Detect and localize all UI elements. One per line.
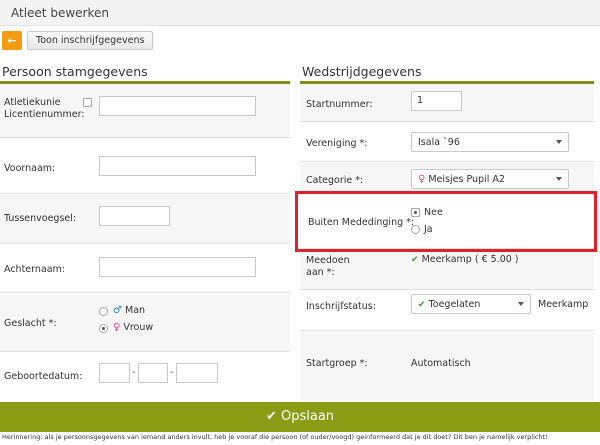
gender-female-option[interactable]: ♀ Vrouw (113, 322, 153, 333)
participates-label: Meedoen aan *: (306, 255, 350, 278)
form-row-start-group: Startgroep *: Automatisch (300, 332, 594, 401)
start-group-value: Automatisch (411, 358, 471, 369)
title-bar: Atleet bewerken (0, 0, 600, 26)
highlight-box (295, 191, 597, 252)
form-row-club: Vereniging *: Isala `96 (300, 123, 594, 162)
form-row-last-name: Achternaam: (0, 245, 290, 293)
middle-name-label: Tussenvoegsel: (4, 213, 77, 224)
date-separator: - (132, 367, 136, 378)
license-label: Atletiekunie Licentienummer: (4, 97, 85, 120)
form-row-first-name: Voornaam: (0, 139, 290, 194)
form-row-start-number: Startnummer: 1 (300, 84, 594, 122)
category-value: Meisjes Pupil A2 (428, 174, 505, 185)
arrow-left-icon: ← (7, 34, 17, 47)
club-value: Isala `96 (418, 137, 460, 148)
first-name-input[interactable] (99, 156, 256, 176)
registration-status-label: Inschrijfstatus: (306, 301, 376, 312)
gender-female-radio[interactable] (99, 324, 108, 333)
gender-male-option[interactable]: ♂ Man (113, 305, 145, 316)
chevron-down-icon (556, 140, 562, 144)
female-icon: ♀ (418, 174, 426, 185)
date-separator: - (170, 367, 174, 378)
female-icon: ♀ (113, 322, 121, 333)
birthdate-label: Geboortedatum: (4, 371, 83, 382)
start-number-label: Startnummer: (306, 99, 373, 110)
registration-status-select[interactable]: ✔ Toegelaten (411, 294, 531, 314)
check-icon: ✔ (265, 409, 277, 424)
participates-option[interactable]: ✔ Meerkamp ( € 5.00 ) (411, 254, 519, 265)
form-row-registration-status: Inschrijfstatus: ✔ Toegelaten Meerkamp (300, 291, 594, 331)
form-row-participates: Meedoen aan *: ✔ Meerkamp ( € 5.00 ) (300, 250, 594, 290)
start-number-input[interactable]: 1 (411, 91, 462, 111)
person-section-title: Persoon stamgegevens (2, 64, 148, 79)
birth-year-input[interactable] (176, 363, 218, 383)
back-button[interactable]: ← (2, 31, 22, 50)
form-row-license: Atletiekunie Licentienummer: (0, 84, 290, 138)
category-label: Categorie *: (306, 175, 364, 186)
participates-price: ( € 5.00 ) (474, 254, 519, 265)
save-button[interactable]: ✔ Opslaan (0, 402, 600, 432)
birth-day-input[interactable] (99, 363, 130, 383)
registration-status-value-wrapper: ✔ Toegelaten (418, 299, 480, 310)
chevron-down-icon (556, 177, 562, 181)
registration-status-suffix: Meerkamp (538, 299, 589, 310)
registration-status-value: Toegelaten (428, 299, 481, 310)
participates-value: Meerkamp (421, 254, 472, 265)
first-name-label: Voornaam: (4, 163, 56, 174)
check-icon: ✔ (411, 255, 419, 265)
gender-male-radio[interactable] (99, 307, 108, 316)
last-name-input[interactable] (99, 257, 256, 277)
category-value-wrapper: ♀ Meisjes Pupil A2 (418, 174, 505, 185)
middle-name-input[interactable] (99, 206, 170, 226)
competition-section-title: Wedstrijdgegevens (302, 64, 422, 79)
license-number-input[interactable] (99, 96, 256, 116)
chevron-down-icon (518, 302, 524, 306)
start-number-value: 1 (417, 95, 424, 106)
birth-month-input[interactable] (138, 363, 168, 383)
gender-female-label: Vrouw (123, 322, 154, 333)
category-select[interactable]: ♀ Meisjes Pupil A2 (411, 169, 569, 189)
last-name-label: Achternaam: (4, 264, 66, 275)
show-registration-button[interactable]: Toon inschrijfgegevens (27, 31, 154, 50)
form-row-category: Categorie *: ♀ Meisjes Pupil A2 (300, 163, 594, 192)
page-title: Atleet bewerken (11, 6, 109, 20)
form-row-gender: Geslacht *: ♂ Man ♀ Vrouw (0, 294, 290, 352)
form-row-birthdate: Geboortedatum: - - (0, 353, 290, 401)
privacy-reminder: Herinnering: als je persoonsgegevens van… (2, 433, 548, 441)
club-label: Vereniging *: (306, 138, 368, 149)
gender-label: Geslacht *: (4, 318, 57, 329)
save-label: Opslaan (281, 409, 335, 424)
gender-male-label: Man (125, 305, 146, 316)
start-group-label: Startgroep *: (306, 358, 368, 369)
form-row-middle-name: Tussenvoegsel: (0, 195, 290, 244)
check-circle-icon: ✔ (418, 300, 426, 310)
male-icon: ♂ (113, 305, 122, 316)
license-checkbox[interactable] (83, 98, 92, 107)
club-select[interactable]: Isala `96 (411, 132, 569, 152)
